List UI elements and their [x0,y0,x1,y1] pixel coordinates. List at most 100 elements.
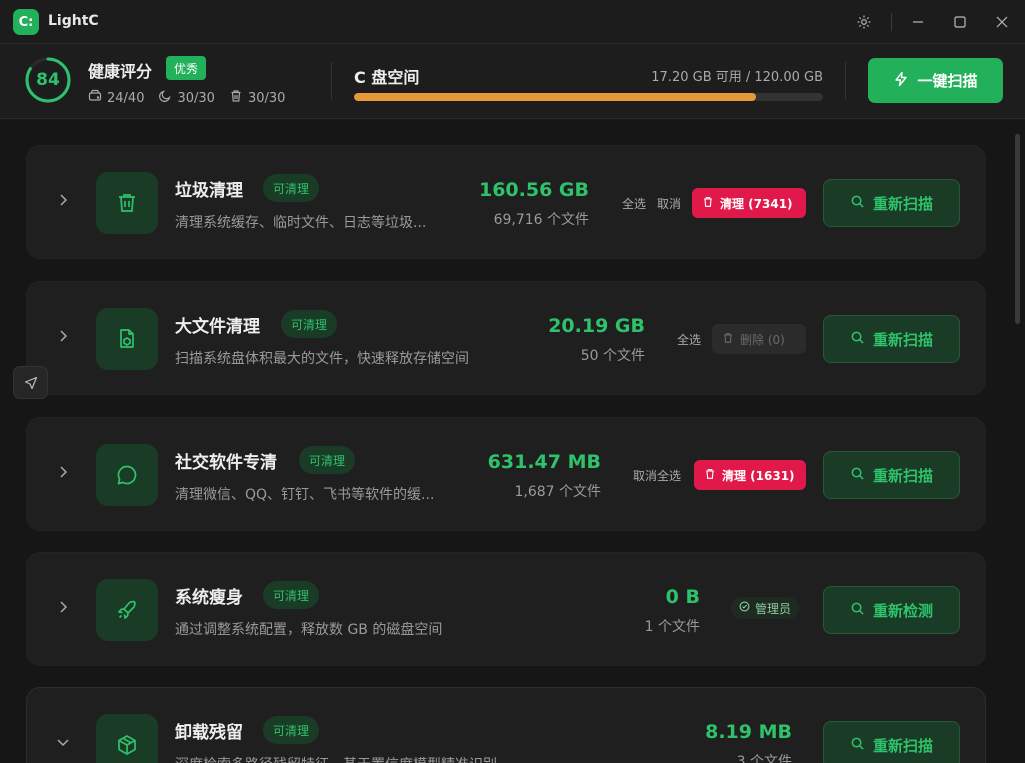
card-description: 清理微信、QQ、钉钉、飞书等软件的缓... [175,487,435,503]
card-description: 通过调整系统配置，释放数 GB 的磁盘空间 [175,622,443,638]
chevron-right-icon[interactable] [55,464,71,480]
recheck-button[interactable]: 重新检测 [823,586,960,634]
trash-icon [702,196,714,211]
card-size: 8.19 MB [705,721,792,743]
disk-free-text: 17.20 GB 可用 / 120.00 GB [651,70,823,85]
moon-icon [158,89,172,107]
stat-moon-value: 30/30 [177,90,215,106]
close-icon[interactable] [990,10,1014,34]
stat-moon: 30/30 [158,89,215,107]
search-icon [850,601,865,620]
card-system-slim: 系统瘦身 可清理 通过调整系统配置，释放数 GB 的磁盘空间 0 B 1 个文件… [26,552,986,666]
card-file-count: 50 个文件 [580,348,645,364]
cancel-link[interactable]: 取消 [657,195,681,212]
trash-icon [229,89,243,107]
chevron-down-icon[interactable] [55,734,71,750]
trash-icon [96,172,158,234]
delete-button[interactable]: 删除 (0) [712,324,806,354]
disk-usage-fill [354,93,756,101]
scrollbar[interactable] [1015,134,1020,324]
rescan-label: 重新扫描 [872,736,933,755]
rescan-label: 重新扫描 [872,466,933,485]
rescan-label: 重新扫描 [872,194,933,213]
chevron-right-icon[interactable] [55,192,71,208]
delete-button-label: 删除 (0) [740,332,785,347]
disk-icon [88,89,102,107]
header-divider [331,62,332,100]
card-size: 20.19 GB [548,315,645,337]
clean-button-label: 清理 (7341) [720,196,793,211]
search-icon [850,736,865,755]
disk-title: C 盘空间 [354,68,420,87]
stat-trash-value: 30/30 [247,90,286,106]
lightning-icon [893,71,909,91]
trash-icon [722,332,734,347]
clean-button[interactable]: 清理 (1631) [694,460,806,490]
gear-icon[interactable] [852,10,876,34]
titlebar-divider [891,13,892,31]
select-all-link[interactable]: 全选 [622,195,646,212]
card-file-count: 3 个文件 [736,754,792,763]
stat-disk-value: 24/40 [107,90,145,106]
package-icon [96,714,158,763]
rescan-button[interactable]: 重新扫描 [823,721,960,763]
status-badge: 可清理 [281,310,338,338]
content-area: 垃圾清理 可清理 清理系统缓存、临时文件、日志等垃圾... 160.56 GB … [0,120,1025,763]
chat-icon [96,444,158,506]
card-title: 垃圾清理 [175,181,243,201]
search-icon [850,466,865,485]
card-file-count: 69,716 个文件 [493,212,589,228]
rescan-button[interactable]: 重新扫描 [823,451,960,499]
admin-label: 管理员 [755,601,792,616]
card-title: 社交软件专清 [175,453,277,473]
rescan-button[interactable]: 重新扫描 [823,179,960,227]
minimize-icon[interactable] [906,10,930,34]
title-bar: C: LightC [0,0,1025,44]
card-description: 清理系统缓存、临时文件、日志等垃圾... [175,215,427,231]
app-logo: C: [13,9,39,35]
clean-button[interactable]: 清理 (7341) [692,188,806,218]
one-click-scan-label: 一键扫描 [917,72,978,90]
rocket-icon [96,579,158,641]
chevron-right-icon[interactable] [55,599,71,615]
select-all-link[interactable]: 全选 [677,331,701,348]
disk-usage-bar [354,93,823,101]
clean-button-label: 清理 (1631) [722,468,795,483]
card-size: 631.47 MB [487,451,601,473]
card-file-count: 1 个文件 [644,619,700,635]
stat-trash: 30/30 [229,89,285,107]
health-title: 健康评分 [88,62,153,81]
maximize-icon[interactable] [948,10,972,34]
card-title: 大文件清理 [175,317,260,337]
health-score: 84 [36,70,60,90]
deselect-all-link[interactable]: 取消全选 [633,467,681,484]
card-size: 160.56 GB [478,179,589,201]
trash-icon [704,468,716,483]
rescan-button[interactable]: 重新扫描 [823,315,960,363]
card-large-files: 大文件清理 可清理 扫描系统盘体积最大的文件，快速释放存储空间 20.19 GB… [26,281,986,395]
navigate-icon[interactable] [13,366,48,399]
status-badge: 可清理 [299,446,356,474]
app-title: LightC [48,13,99,29]
card-title: 卸载残留 [175,723,243,743]
card-description: 扫描系统盘体积最大的文件，快速释放存储空间 [175,351,469,367]
status-badge: 可清理 [263,581,320,609]
stat-disk: 24/40 [88,89,144,107]
card-size: 0 B [665,586,700,608]
header-divider [845,62,846,100]
admin-badge: 管理员 [731,597,800,619]
recheck-label: 重新检测 [872,601,933,620]
card-title: 系统瘦身 [175,588,243,608]
health-stats: 24/40 30/30 30/30 [88,89,285,107]
chevron-right-icon[interactable] [55,328,71,344]
status-badge: 可清理 [263,174,320,202]
rescan-label: 重新扫描 [872,330,933,349]
card-file-count: 1,687 个文件 [514,484,601,500]
one-click-scan-button[interactable]: 一键扫描 [868,58,1003,103]
search-icon [850,194,865,213]
check-circle-icon [739,601,750,615]
card-social-apps: 社交软件专清 可清理 清理微信、QQ、钉钉、飞书等软件的缓... 631.47 … [26,417,986,531]
large-file-icon [96,308,158,370]
card-description: 深度检索多路径残留特征，基于置信度模型精准识别 [175,754,497,763]
status-badge: 可清理 [263,716,320,744]
